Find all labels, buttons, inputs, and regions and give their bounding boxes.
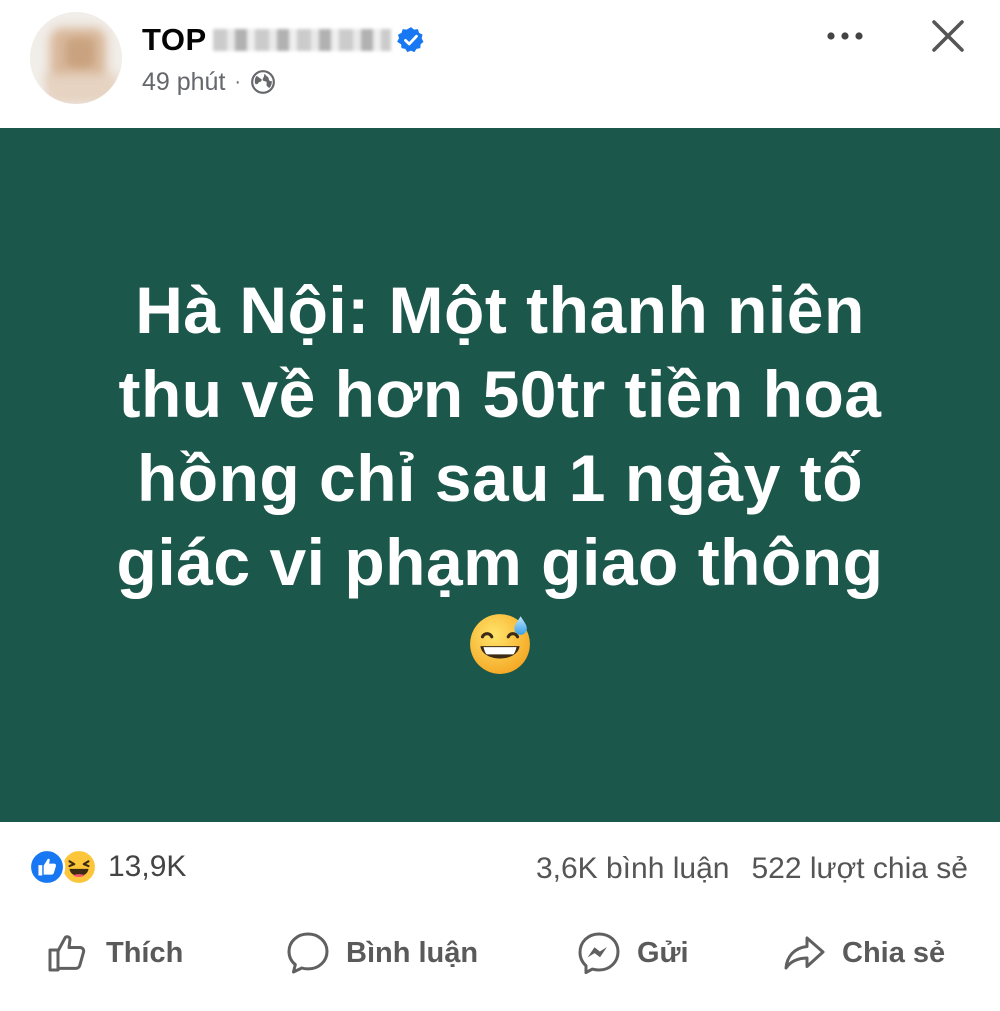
page-name[interactable]: TOP [142, 22, 207, 58]
page-avatar[interactable] [30, 12, 122, 104]
post-stats: 13,9K 3,6K bình luận 522 lượt chia sẻ [0, 822, 1000, 914]
more-horizontal-icon[interactable] [822, 18, 868, 54]
meta-separator: · [234, 70, 242, 93]
reactions-summary[interactable]: 13,9K [28, 848, 186, 886]
page-name-row[interactable]: TOP [142, 20, 425, 60]
comments-count-link[interactable]: 3,6K bình luận [536, 852, 730, 886]
send-label: Gửi [637, 936, 689, 969]
like-reaction-icon [28, 848, 66, 886]
messenger-icon [578, 932, 620, 975]
grinning-face-with-sweat-icon [470, 614, 530, 674]
redacted-name [212, 29, 391, 51]
comment-label: Bình luận [346, 936, 479, 969]
send-button[interactable]: Gửi [575, 928, 689, 978]
share-label: Chia sẻ [842, 936, 946, 969]
post-actions: Thích Bình luận Gửi Chia sẻ [0, 914, 1000, 994]
reactions-count: 13,9K [108, 850, 187, 883]
share-button[interactable]: Chia sẻ [780, 928, 945, 978]
post-headline: Hà Nội: Một thanh niên thu về hơn 50tr t… [60, 268, 940, 604]
headline-line: hồng chỉ sau 1 ngày tố [136, 441, 864, 515]
comment-button[interactable]: Bình luận [284, 928, 478, 978]
headline-line: giác vi phạm giao thông [116, 525, 884, 599]
thumbs-up-icon [48, 935, 86, 972]
engagement-counts: 3,6K bình luận 522 lượt chia sẻ [536, 852, 968, 886]
globe-icon [251, 70, 276, 94]
comment-bubble-icon [287, 932, 329, 974]
shares-count-link[interactable]: 522 lượt chia sẻ [751, 852, 968, 886]
post-image[interactable]: Hà Nội: Một thanh niên thu về hơn 50tr t… [0, 128, 1000, 822]
like-button[interactable]: Thích [44, 928, 183, 978]
headline-line: thu về hơn 50tr tiền hoa [118, 357, 882, 431]
like-label: Thích [106, 936, 184, 969]
headline-line: Hà Nội: Một thanh niên [135, 273, 865, 347]
post-header: TOP 49 phút · [0, 0, 1000, 128]
share-arrow-icon [784, 936, 825, 970]
post-time[interactable]: 49 phút [142, 68, 225, 97]
verified-badge-icon [396, 27, 424, 53]
post-meta: 49 phút · [142, 66, 276, 98]
close-icon[interactable] [926, 14, 970, 58]
